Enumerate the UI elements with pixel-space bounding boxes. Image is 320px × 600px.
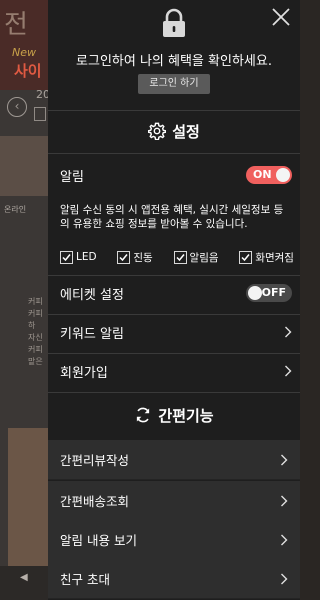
close-icon[interactable] — [270, 6, 292, 28]
etiquette-label: 에티켓 설정 — [60, 287, 124, 303]
quick-item-label: 알림 내용 보기 — [60, 533, 137, 548]
notification-description: 알림 수신 동의 시 앱전용 혜택, 실시간 세일정보 등의 유용한 쇼핑 정보… — [60, 204, 284, 230]
settings-header: 설정 — [48, 113, 300, 149]
background-side-text: 커피 — [28, 297, 43, 306]
quick-review-row[interactable]: 간편리뷰작성 — [48, 440, 300, 480]
option-led-checkbox[interactable]: LED — [60, 248, 97, 266]
divider — [48, 110, 300, 111]
background-side-text: 커피 — [28, 345, 43, 354]
background-online-text: 온라인 — [4, 205, 27, 214]
divider — [48, 275, 300, 276]
sign-up-label: 회원가입 — [60, 365, 108, 381]
chevron-right-icon — [281, 573, 288, 584]
background-back-arrow-icon: ◀ — [20, 572, 28, 583]
quick-item-label: 친구 초대 — [60, 572, 110, 587]
gear-icon — [148, 122, 167, 140]
checkbox-icon — [239, 250, 253, 264]
quick-item-label: 간편리뷰작성 — [60, 453, 130, 468]
divider — [48, 392, 300, 393]
option-label: 진동 — [133, 251, 153, 264]
keyword-alert-row[interactable]: 키워드 알림 — [60, 317, 292, 347]
notification-history-row[interactable]: 알림 내용 보기 — [48, 520, 300, 560]
chevron-right-icon — [285, 365, 292, 377]
background-side-text: 자신 — [28, 333, 43, 342]
etiquette-toggle-text: OFF — [261, 286, 286, 299]
chevron-right-icon — [285, 326, 292, 338]
divider — [48, 314, 300, 315]
option-sound-checkbox[interactable]: 알림음 — [173, 248, 219, 266]
notification-label: 알림 — [60, 169, 84, 185]
background-promo-text: 사이 — [14, 62, 42, 80]
settings-title: 설정 — [172, 122, 200, 141]
option-label: LED — [76, 251, 97, 263]
checkbox-icon — [117, 250, 131, 264]
etiquette-toggle[interactable]: OFF — [246, 284, 292, 302]
divider — [48, 353, 300, 354]
background-photo-coffee — [8, 428, 48, 568]
divider — [48, 153, 300, 154]
checkbox-icon — [60, 250, 73, 264]
background-photo — [0, 136, 48, 196]
keyword-alert-label: 키워드 알림 — [60, 326, 124, 342]
background-side-texts: 커피 커피 하 자신 커피 맡은 — [28, 296, 43, 368]
notification-toggle-text: ON — [253, 168, 272, 181]
chevron-right-icon — [281, 454, 288, 465]
background-box — [34, 107, 46, 121]
settings-drawer: 로그인하여 나의 혜택을 확인하세요. 로그인 하기 설정 알림 ON 알림 수… — [48, 0, 300, 600]
background-side-text: 하 — [28, 321, 36, 330]
invite-friend-row[interactable]: 친구 초대 — [48, 559, 300, 599]
refresh-icon — [137, 407, 150, 423]
quick-delivery-row[interactable]: 간편배송조회 — [48, 481, 300, 521]
background-prev-arrow-icon: ‹ — [7, 97, 27, 117]
checkbox-icon — [173, 250, 187, 264]
login-message: 로그인하여 나의 혜택을 확인하세요. — [76, 54, 272, 69]
toggle-knob — [276, 168, 290, 182]
option-label: 화면켜짐 — [255, 251, 294, 264]
quick-features-header: 간편기능 — [48, 397, 300, 433]
option-label: 알림음 — [189, 251, 219, 264]
option-screen-on-checkbox[interactable]: 화면켜짐 — [239, 248, 294, 266]
option-vibration-checkbox[interactable]: 진동 — [117, 248, 153, 266]
notification-row: 알림 ON — [60, 160, 292, 190]
chevron-right-icon — [281, 534, 288, 545]
chevron-right-icon — [281, 495, 288, 506]
sign-up-row[interactable]: 회원가입 — [60, 356, 292, 386]
background-side-text: 맡은 — [28, 357, 43, 366]
quick-features-title: 간편기능 — [158, 406, 214, 425]
toggle-knob — [248, 286, 262, 300]
quick-item-label: 간편배송조회 — [60, 494, 130, 509]
background-side-text: 커피 — [28, 309, 43, 318]
lock-icon — [163, 8, 185, 37]
etiquette-row: 에티켓 설정 OFF — [60, 278, 292, 308]
background-logo: 전 — [4, 10, 28, 40]
notification-options: LED 진동 알림음 화면켜짐 — [60, 248, 294, 266]
login-button[interactable]: 로그인 하기 — [138, 74, 210, 94]
background-new-label: New — [12, 46, 36, 59]
notification-toggle[interactable]: ON — [246, 166, 292, 184]
